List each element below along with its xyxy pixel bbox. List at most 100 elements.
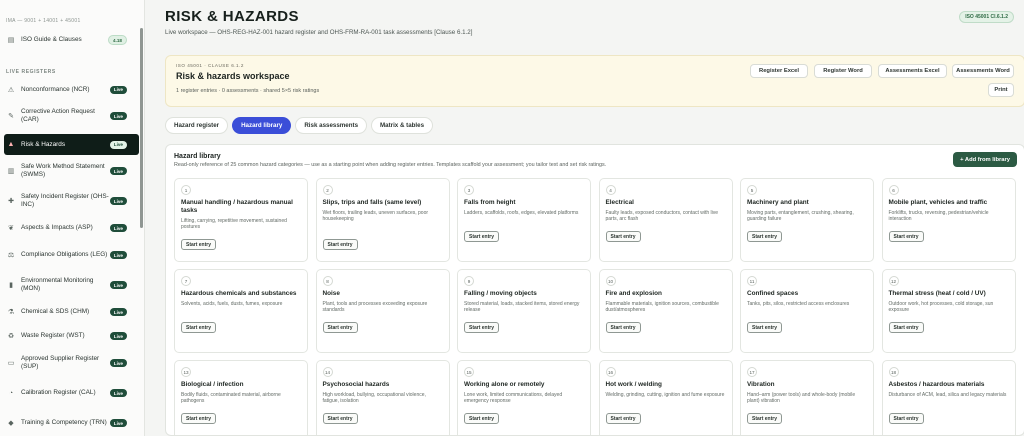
start-entry-button[interactable]: Start entry <box>322 322 358 333</box>
sidebar-item-iso-guide[interactable]: ▤ ISO Guide & Clauses 4.18 <box>4 32 139 48</box>
hazard-card: 6 Mobile plant, vehicles and traffic Forkl… <box>881 178 1016 262</box>
sidebar-section-label: LIVE REGISTERS <box>6 69 56 75</box>
sidebar-item-wst[interactable]: ♻ Waste Register (WST) Live <box>4 329 139 343</box>
hazard-description: Solvents, acids, fuels, dusts, fumes, ex… <box>181 301 283 307</box>
hazard-name: Manual handling / hazardous manual tasks <box>181 199 293 214</box>
hazard-card: 5 Machinery and plant Moving parts, entang… <box>740 178 874 262</box>
workspace-title: Risk & hazards workspace <box>176 71 290 81</box>
start-entry-button[interactable]: Start entry <box>605 322 641 333</box>
hazard-number: 3 <box>464 185 474 195</box>
sidebar-item-mon[interactable]: ▮ Environmental Monitoring (MON) Live <box>4 275 139 295</box>
warning-icon: ⚠ <box>7 86 15 94</box>
main-content: RISK & HAZARDS Live workspace — OHS-REG-… <box>145 0 1024 436</box>
tab-bar: Hazard register Hazard library Risk asse… <box>165 117 434 134</box>
start-entry-button[interactable]: Start entry <box>747 413 783 424</box>
live-badge: Live <box>109 224 127 232</box>
sidebar-scrollbar[interactable] <box>140 28 143 228</box>
start-entry-button[interactable]: Start entry <box>464 322 500 333</box>
hazard-number: 14 <box>322 367 333 377</box>
print-button[interactable]: Print <box>988 83 1014 97</box>
sidebar-item-label: Aspects & Impacts (ASP) <box>21 224 93 231</box>
hazard-description: Lifting, carrying, repetitive movement, … <box>181 218 287 231</box>
hazard-number: 17 <box>747 367 757 377</box>
hazard-card: 8 Noise Plant, tools and processes exceedi… <box>315 269 450 353</box>
live-badge: Live <box>109 419 127 427</box>
sidebar-item-ohs-inc[interactable]: ✚ Safety Incident Register (OHS-INC) Liv… <box>4 191 139 211</box>
start-entry-button[interactable]: Start entry <box>888 322 924 333</box>
scale-icon: ⚖ <box>7 252 15 259</box>
register-word-button[interactable]: Register Word <box>814 64 872 78</box>
sidebar-crumb: IMA — 9001 + 14001 + 45001 <box>6 18 81 24</box>
live-badge: Live <box>109 85 127 94</box>
hazard-number: 2 <box>322 185 333 195</box>
hazard-number: 12 <box>888 276 899 286</box>
tab-hazard-library[interactable]: Hazard library <box>232 117 292 134</box>
hazard-description: High workload, bullying, occupational vi… <box>322 392 426 405</box>
sidebar-item-swms[interactable]: ▥ Safe Work Method Statement (SWMS) Live <box>4 161 139 181</box>
sidebar-item-label: Approved Supplier Register (SUP) <box>21 355 100 370</box>
hazard-card: 2 Slips, trips and falls (same level) Wet … <box>315 178 450 262</box>
sidebar-item-chm[interactable]: ⚗ Chemical & SDS (CHM) Live <box>4 305 139 319</box>
start-entry-button[interactable]: Start entry <box>464 231 500 242</box>
hazard-number: 5 <box>747 185 757 195</box>
hazard-name: Noise <box>322 290 340 297</box>
sidebar-item-ncr[interactable]: ⚠ Nonconformance (NCR) Live <box>4 83 139 96</box>
sidebar-item-trn[interactable]: ◆ Training & Competency (TRN) Live <box>4 413 139 433</box>
tab-matrix-tables[interactable]: Matrix & tables <box>371 117 434 134</box>
hazard-description: Forklifts, trucks, reversing, pedestrian… <box>888 210 989 223</box>
flask-icon: ⚗ <box>7 309 15 316</box>
truck-icon: ▭ <box>7 360 15 367</box>
live-badge: Live <box>109 332 127 340</box>
live-badge: Live <box>109 281 127 289</box>
hazard-name: Machinery and plant <box>747 199 809 206</box>
start-entry-button[interactable]: Start entry <box>605 413 641 424</box>
add-from-library-button[interactable]: + Add from library <box>953 152 1017 167</box>
sidebar-item-label: Chemical & SDS (CHM) <box>21 308 90 315</box>
start-entry-button[interactable]: Start entry <box>181 239 217 250</box>
tab-hazard-register[interactable]: Hazard register <box>165 117 229 134</box>
hazard-number: 15 <box>464 367 474 377</box>
assessments-excel-button[interactable]: Assessments Excel <box>878 64 947 78</box>
start-entry-button[interactable]: Start entry <box>464 413 500 424</box>
start-entry-button[interactable]: Start entry <box>322 413 358 424</box>
chart-icon: ▮ <box>9 282 13 289</box>
hazard-card: 13 Biological / infection Bodily fluids, c… <box>174 360 308 435</box>
sidebar-item-label: Nonconformance (NCR) <box>21 85 90 93</box>
sidebar-item-risk-hazards[interactable]: ▲ Risk & Hazards Live <box>4 134 139 155</box>
register-excel-button[interactable]: Register Excel <box>750 64 808 78</box>
start-entry-button[interactable]: Start entry <box>747 322 783 333</box>
hazard-description: Flammable materials, ignition sources, c… <box>605 301 719 314</box>
hazard-name: Biological / infection <box>181 381 244 388</box>
hazard-name: Psychosocial hazards <box>322 381 390 388</box>
start-entry-button[interactable]: Start entry <box>747 231 783 242</box>
start-entry-button[interactable]: Start entry <box>181 322 217 333</box>
live-badge: Live <box>109 251 127 259</box>
hazard-card: 16 Hot work / welding Welding, grinding, c… <box>598 360 733 435</box>
sidebar-item-sup[interactable]: ▭ Approved Supplier Register (SUP) Live <box>4 353 139 373</box>
library-title: Hazard library <box>174 153 221 160</box>
live-badge: Live <box>109 359 127 367</box>
tab-risk-assessments[interactable]: Risk assessments <box>295 117 368 134</box>
hazard-number: 6 <box>888 185 899 195</box>
sidebar-item-car[interactable]: ✎ Corrective Action Request (CAR) Live <box>4 106 139 126</box>
workspace-kicker: ISO 45001 · CLAUSE 6.1.2 <box>176 63 244 68</box>
alert-icon: ▲ <box>7 141 15 148</box>
hazard-description: Plant, tools and processes exceeding exp… <box>322 301 428 314</box>
hazard-description: Stored material, loads, stacked items, s… <box>464 301 580 314</box>
start-entry-button[interactable]: Start entry <box>181 413 217 424</box>
sidebar-item-asp[interactable]: ❦ Aspects & Impacts (ASP) Live <box>4 221 139 235</box>
sidebar-item-leg[interactable]: ⚖ Compliance Obligations (LEG) Live <box>4 245 139 265</box>
sidebar-item-label: Calibration Register (CAL) <box>21 389 96 396</box>
hazard-description: Faulty leads, exposed conductors, contac… <box>605 210 719 223</box>
hazard-name: Fire and explosion <box>605 290 662 297</box>
start-entry-button[interactable]: Start entry <box>322 239 358 250</box>
hazard-number: 18 <box>888 367 899 377</box>
assessments-word-button[interactable]: Assessments Word <box>952 64 1014 78</box>
hazard-description: Tanks, pits, silos, restricted access en… <box>747 301 850 307</box>
start-entry-button[interactable]: Start entry <box>888 413 924 424</box>
start-entry-button[interactable]: Start entry <box>888 231 924 242</box>
hazard-description: Wet floors, trailing leads, uneven surfa… <box>322 210 429 223</box>
start-entry-button[interactable]: Start entry <box>605 231 641 242</box>
sidebar-item-cal[interactable]: ◔ Calibration Register (CAL) Live <box>4 383 139 403</box>
hazard-name: Electrical <box>605 199 634 206</box>
